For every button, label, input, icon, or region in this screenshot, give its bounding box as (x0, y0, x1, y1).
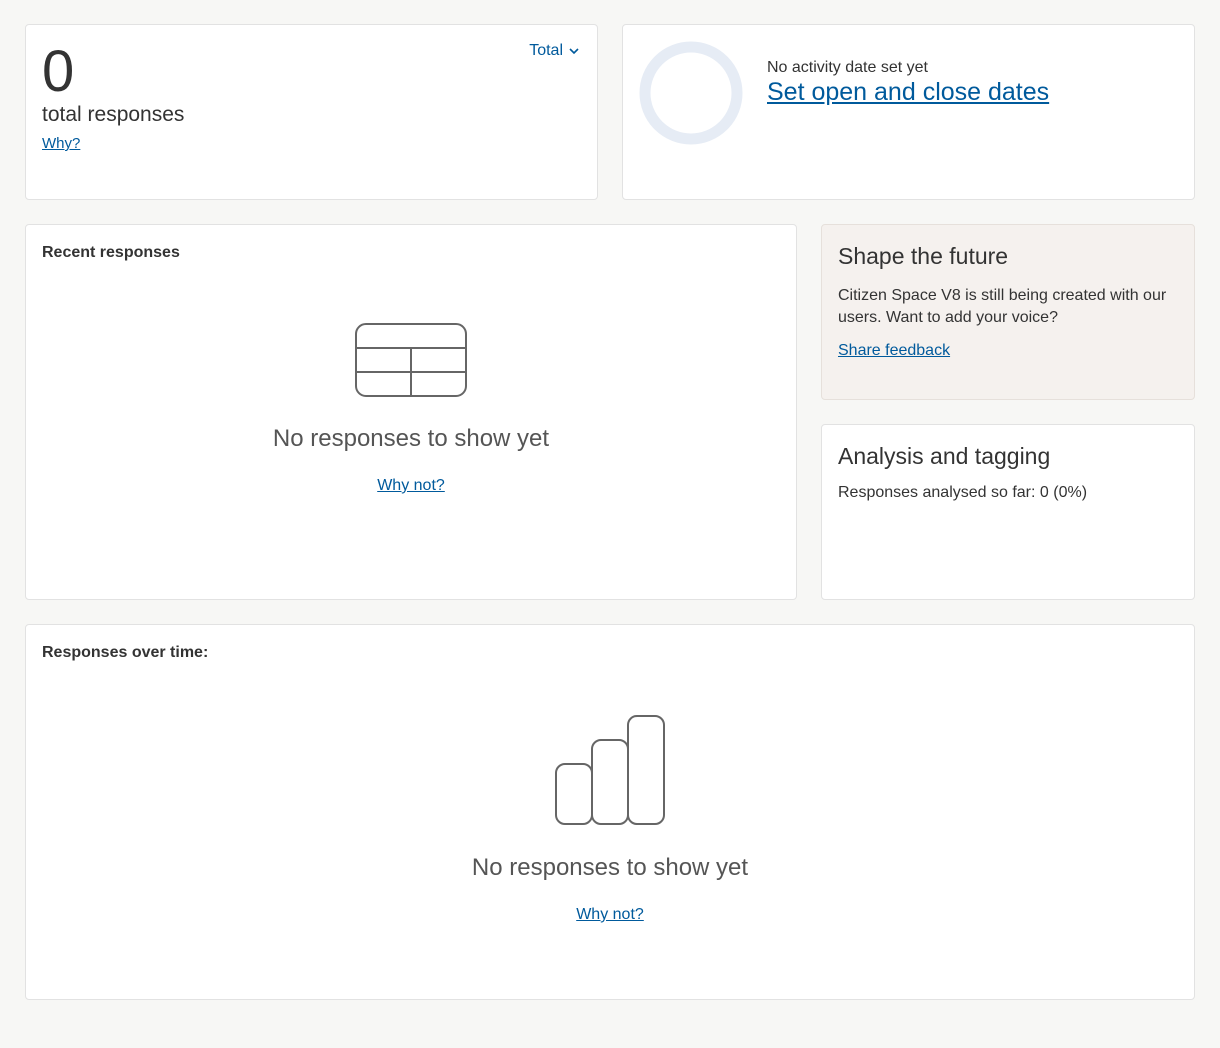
over-time-empty-title: No responses to show yet (471, 854, 749, 881)
activity-status-text: No activity date set yet (767, 59, 928, 76)
responses-over-time-card: Responses over time: No responses to sho… (25, 624, 1195, 1000)
dashboard-page: 0 total responses Why? Total No activity… (0, 0, 1220, 1048)
analysis-progress-text: Responses analysed so far: 0 (0%) (838, 484, 1088, 501)
activity-dates-card: No activity date set yet Set open and cl… (622, 24, 1195, 200)
recent-empty-title: No responses to show yet (272, 425, 550, 452)
total-responses-label: total responses (42, 103, 185, 126)
bar-chart-icon (555, 715, 665, 825)
why-link[interactable]: Why? (42, 135, 80, 152)
recent-responses-heading: Recent responses (42, 244, 180, 261)
total-filter-label: Total (529, 42, 563, 59)
table-icon (355, 323, 467, 397)
total-filter-dropdown[interactable]: Total (529, 42, 579, 60)
total-responses-card: 0 total responses Why? Total (25, 24, 598, 200)
shape-future-title: Shape the future (838, 243, 1009, 269)
shape-future-body: Citizen Space V8 is still being created … (838, 287, 1167, 326)
recent-empty-state: No responses to show yet Why not? (26, 323, 796, 495)
activity-ring-icon (639, 41, 743, 145)
total-responses-count: 0 (42, 39, 75, 104)
over-time-why-not-link[interactable]: Why not? (576, 906, 644, 924)
set-dates-link[interactable]: Set open and close dates (767, 78, 1049, 107)
chevron-down-icon (569, 48, 579, 55)
share-feedback-link[interactable]: Share feedback (838, 342, 950, 360)
responses-over-time-heading: Responses over time: (42, 644, 209, 661)
over-time-empty-state: No responses to show yet Why not? (26, 714, 1194, 924)
analysis-card: Analysis and tagging Responses analysed … (821, 424, 1195, 600)
shape-future-card: Shape the future Citizen Space V8 is sti… (821, 224, 1195, 400)
recent-why-not-link[interactable]: Why not? (377, 477, 445, 495)
recent-responses-card: Recent responses No responses to show ye… (25, 224, 797, 600)
analysis-title: Analysis and tagging (838, 443, 1051, 469)
